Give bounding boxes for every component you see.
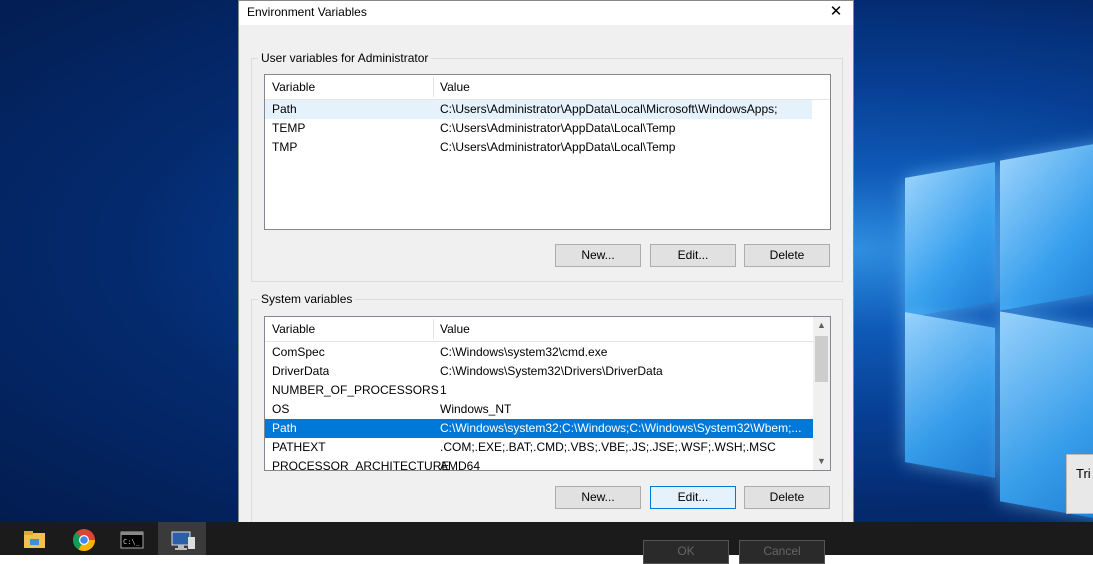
system-edit-button[interactable]: Edit... — [650, 486, 736, 509]
cancel-button[interactable]: Cancel — [739, 540, 825, 564]
variable-value: Windows_NT — [440, 402, 512, 416]
list-header: Variable Value — [265, 317, 813, 342]
close-icon[interactable]: ✕ — [825, 2, 847, 22]
variable-name: TEMP — [272, 121, 306, 135]
variable-value: C:\Windows\system32;C:\Windows;C:\Window… — [440, 421, 802, 435]
system-properties-icon[interactable] — [158, 522, 206, 555]
variable-value: .COM;.EXE;.BAT;.CMD;.VBS;.VBE;.JS;.JSE;.… — [440, 440, 776, 454]
table-row[interactable]: PROCESSOR_ARCHITECTURE AMD64 — [265, 457, 813, 471]
variable-value: 1 — [440, 383, 447, 397]
table-row-selected[interactable]: Path C:\Windows\system32;C:\Windows;C:\W… — [265, 419, 813, 438]
environment-variables-dialog: Environment Variables ✕ User variables f… — [238, 0, 854, 531]
column-header-variable[interactable]: Variable — [272, 322, 315, 336]
variable-name: OS — [272, 402, 290, 416]
variable-name: Path — [272, 421, 297, 435]
system-new-button[interactable]: New... — [555, 486, 641, 509]
variable-name: NUMBER_OF_PROCESSORS — [272, 383, 439, 397]
system-variables-list[interactable]: Variable Value ComSpec C:\Windows\system… — [264, 316, 831, 471]
variable-value: C:\Users\Administrator\AppData\Local\Mic… — [440, 102, 778, 116]
table-row[interactable]: DriverData C:\Windows\System32\Drivers\D… — [265, 362, 813, 381]
scrollbar-thumb[interactable] — [815, 336, 828, 382]
taskbar: C:\_ — [0, 522, 1093, 555]
chrome-icon[interactable] — [60, 522, 108, 555]
column-header-value[interactable]: Value — [440, 322, 470, 336]
scroll-up-icon[interactable]: ▲ — [813, 317, 830, 334]
title-bar: Environment Variables ✕ — [239, 1, 853, 25]
vertical-scrollbar[interactable]: ▲ ▼ — [813, 317, 830, 470]
variable-name: ComSpec — [272, 345, 325, 359]
column-header-variable[interactable]: Variable — [272, 80, 315, 94]
table-row[interactable]: Path C:\Users\Administrator\AppData\Loca… — [265, 100, 812, 119]
user-delete-button[interactable]: Delete — [744, 244, 830, 267]
variable-name: TMP — [272, 140, 298, 154]
desktop-popup-text: Tri — [1076, 466, 1091, 481]
variable-value: C:\Users\Administrator\AppData\Local\Tem… — [440, 140, 676, 154]
ok-button[interactable]: OK — [643, 540, 729, 564]
user-new-button[interactable]: New... — [555, 244, 641, 267]
dialog-title: Environment Variables — [247, 5, 367, 19]
variable-value: C:\Windows\System32\Drivers\DriverData — [440, 364, 663, 378]
table-row[interactable]: TMP C:\Users\Administrator\AppData\Local… — [265, 138, 812, 157]
desktop-popup: Tri — [1066, 454, 1093, 514]
variable-name: DriverData — [272, 364, 330, 378]
table-row[interactable]: ComSpec C:\Windows\system32\cmd.exe — [265, 343, 813, 362]
variable-name: PATHEXT — [272, 440, 326, 454]
list-header: Variable Value — [265, 75, 830, 100]
windows-logo — [850, 139, 1093, 530]
system-delete-button[interactable]: Delete — [744, 486, 830, 509]
scroll-down-icon[interactable]: ▼ — [813, 453, 830, 470]
user-variables-label: User variables for Administrator — [258, 51, 432, 65]
variable-name: Path — [272, 102, 297, 116]
variable-value: C:\Windows\system32\cmd.exe — [440, 345, 608, 359]
column-header-value[interactable]: Value — [440, 80, 470, 94]
svg-text:C:\_: C:\_ — [123, 538, 141, 546]
command-prompt-icon[interactable]: C:\_ — [108, 522, 156, 555]
variable-name: PROCESSOR_ARCHITECTURE — [272, 459, 450, 471]
variable-value: C:\Users\Administrator\AppData\Local\Tem… — [440, 121, 676, 135]
table-row[interactable]: PATHEXT .COM;.EXE;.BAT;.CMD;.VBS;.VBE;.J… — [265, 438, 813, 457]
table-row[interactable]: OS Windows_NT — [265, 400, 813, 419]
system-variables-label: System variables — [258, 292, 356, 306]
file-explorer-icon[interactable] — [10, 522, 58, 555]
table-row[interactable]: NUMBER_OF_PROCESSORS 1 — [265, 381, 813, 400]
table-row[interactable]: TEMP C:\Users\Administrator\AppData\Loca… — [265, 119, 812, 138]
user-variables-list[interactable]: Variable Value Path C:\Users\Administrat… — [264, 74, 831, 230]
variable-value: AMD64 — [440, 459, 481, 471]
user-edit-button[interactable]: Edit... — [650, 244, 736, 267]
